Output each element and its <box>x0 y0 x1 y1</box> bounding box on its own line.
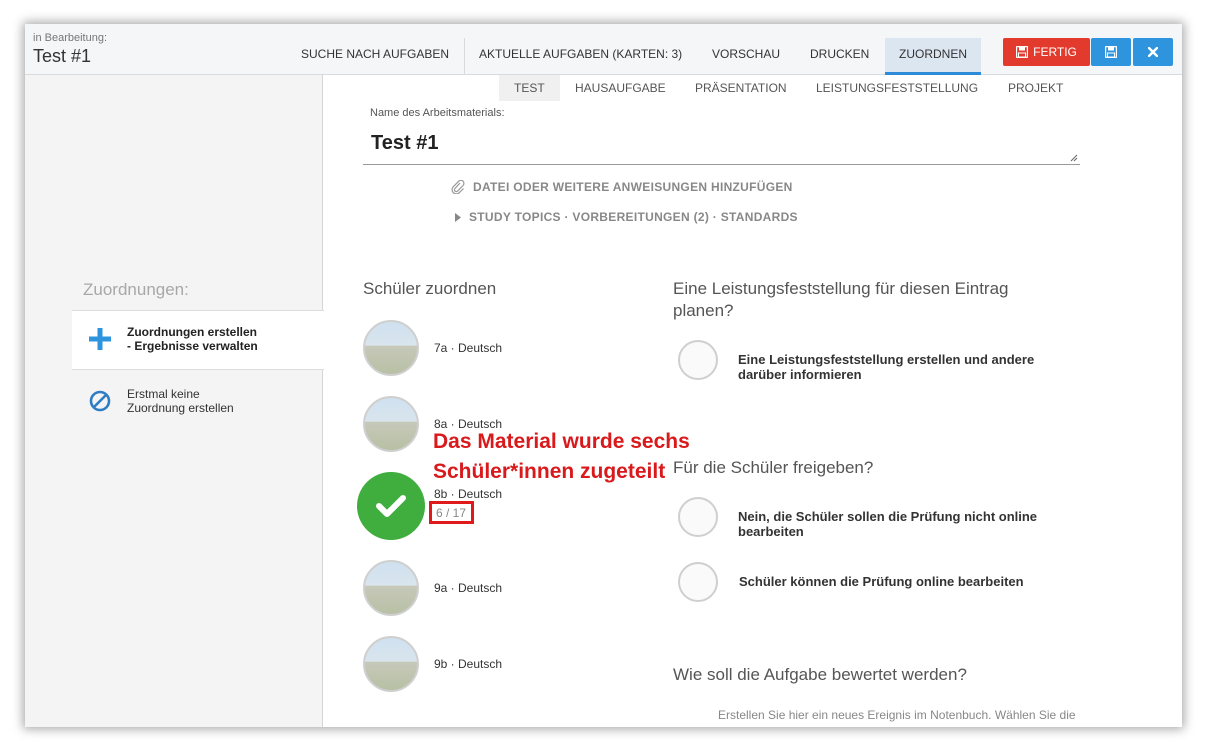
nav-search-tasks[interactable]: SUCHE NACH AUFGABEN <box>287 38 463 75</box>
study-topics-link[interactable]: STUDY TOPICS · VORBEREITUNGEN (2) · STAN… <box>455 210 798 224</box>
app-window: in Bearbeitung: Test #1 SUCHE NACH AUFGA… <box>25 24 1182 727</box>
ban-icon <box>89 390 111 412</box>
checkmark-icon <box>376 495 406 517</box>
top-bar: in Bearbeitung: Test #1 SUCHE NACH AUFGA… <box>25 24 1182 75</box>
close-icon <box>1148 47 1158 57</box>
class-avatar[interactable] <box>363 560 419 616</box>
grading-text: Erstellen Sie hier ein neues Ereignis im… <box>718 708 1076 722</box>
students-heading: Schüler zuordnen <box>363 279 497 298</box>
assessment-radio[interactable] <box>678 340 718 380</box>
name-field-label: Name des Arbeitsmaterials: <box>370 107 505 119</box>
sidebar: Zuordnungen: Zuordnungen erstellen - Erg… <box>25 75 324 727</box>
assessment-heading: Eine Leistungsfeststellung für diesen Ei… <box>673 279 1009 320</box>
release-radio-yes[interactable] <box>678 562 718 602</box>
class-avatar[interactable] <box>363 396 419 452</box>
nav-assign[interactable]: ZUORDNEN <box>885 38 981 75</box>
sidebar-item-create-assignments[interactable]: Zuordnungen erstellen - Ergebnisse verwa… <box>72 310 324 370</box>
nav-preview[interactable]: VORSCHAU <box>698 38 794 75</box>
assessment-option-label: Eine Leistungsfeststellung erstellen und… <box>738 352 1035 382</box>
nav-current-tasks[interactable]: AKTUELLE AUFGABEN (KARTEN: 3) <box>464 38 696 75</box>
plus-icon <box>89 328 111 350</box>
tab-assessment[interactable]: LEISTUNGSFESTSTELLUNG <box>801 75 993 101</box>
class-avatar[interactable] <box>363 320 419 376</box>
paperclip-icon <box>451 180 465 194</box>
grading-heading: Wie soll die Aufgabe bewertet werden? <box>673 665 967 684</box>
class-label: 9b · Deutsch <box>434 657 503 671</box>
fertig-button[interactable]: FERTIG <box>1003 38 1090 66</box>
class-avatar-selected[interactable] <box>357 472 425 540</box>
class-label: 9a · Deutsch <box>434 581 503 595</box>
tab-presentation[interactable]: PRÄSENTATION <box>680 75 802 101</box>
name-field[interactable]: Test #1 <box>363 124 1080 165</box>
sidebar-item-label: Zuordnungen erstellen - Ergebnisse verwa… <box>127 325 258 353</box>
class-avatar[interactable] <box>363 636 419 692</box>
tab-test[interactable]: TEST <box>499 75 560 101</box>
nav-print[interactable]: DRUCKEN <box>796 38 883 75</box>
save-icon <box>1016 46 1029 58</box>
attach-file-link[interactable]: DATEI ODER WEITERE ANWEISUNGEN HINZUFÜGE… <box>451 180 793 194</box>
class-label: 8b · Deutsch <box>434 487 503 501</box>
document-title: Test #1 <box>33 46 92 66</box>
release-option-yes-label: Schüler können die Prüfung online bearbe… <box>739 574 1024 589</box>
sidebar-title: Zuordnungen: <box>83 280 189 299</box>
release-option-no-label: Nein, die Schüler sollen die Prüfung nic… <box>738 509 1038 539</box>
class-label: 8a · Deutsch <box>434 417 503 431</box>
tab-homework[interactable]: HAUSAUFGABE <box>560 75 681 101</box>
student-count-badge: 6 / 17 <box>429 501 474 524</box>
annotation-line-1: Das Material wurde sechs <box>433 430 690 453</box>
close-button[interactable] <box>1133 38 1173 66</box>
annotation-line-2: Schüler*innen zugeteilt <box>433 460 666 483</box>
tab-project[interactable]: PROJEKT <box>993 75 1078 101</box>
sidebar-item-label: Erstmal keine Zuordnung erstellen <box>127 387 234 415</box>
fertig-label: FERTIG <box>1033 45 1077 59</box>
study-topics-label: STUDY TOPICS · VORBEREITUNGEN (2) · STAN… <box>469 210 798 224</box>
edit-status-label: in Bearbeitung: <box>33 32 107 44</box>
class-label: 7a · Deutsch <box>434 341 503 355</box>
save-button[interactable] <box>1091 38 1131 66</box>
name-field-value: Test #1 <box>371 132 439 154</box>
release-radio-no[interactable] <box>678 497 718 537</box>
attach-file-label: DATEI ODER WEITERE ANWEISUNGEN HINZUFÜGE… <box>473 180 793 194</box>
caret-right-icon <box>455 212 461 222</box>
release-heading: Für die Schüler freigeben? <box>673 458 874 477</box>
sidebar-item-no-assignment[interactable]: Erstmal keine Zuordnung erstellen <box>72 373 324 433</box>
save-icon <box>1105 46 1117 58</box>
resize-grip-icon[interactable] <box>1070 154 1078 162</box>
